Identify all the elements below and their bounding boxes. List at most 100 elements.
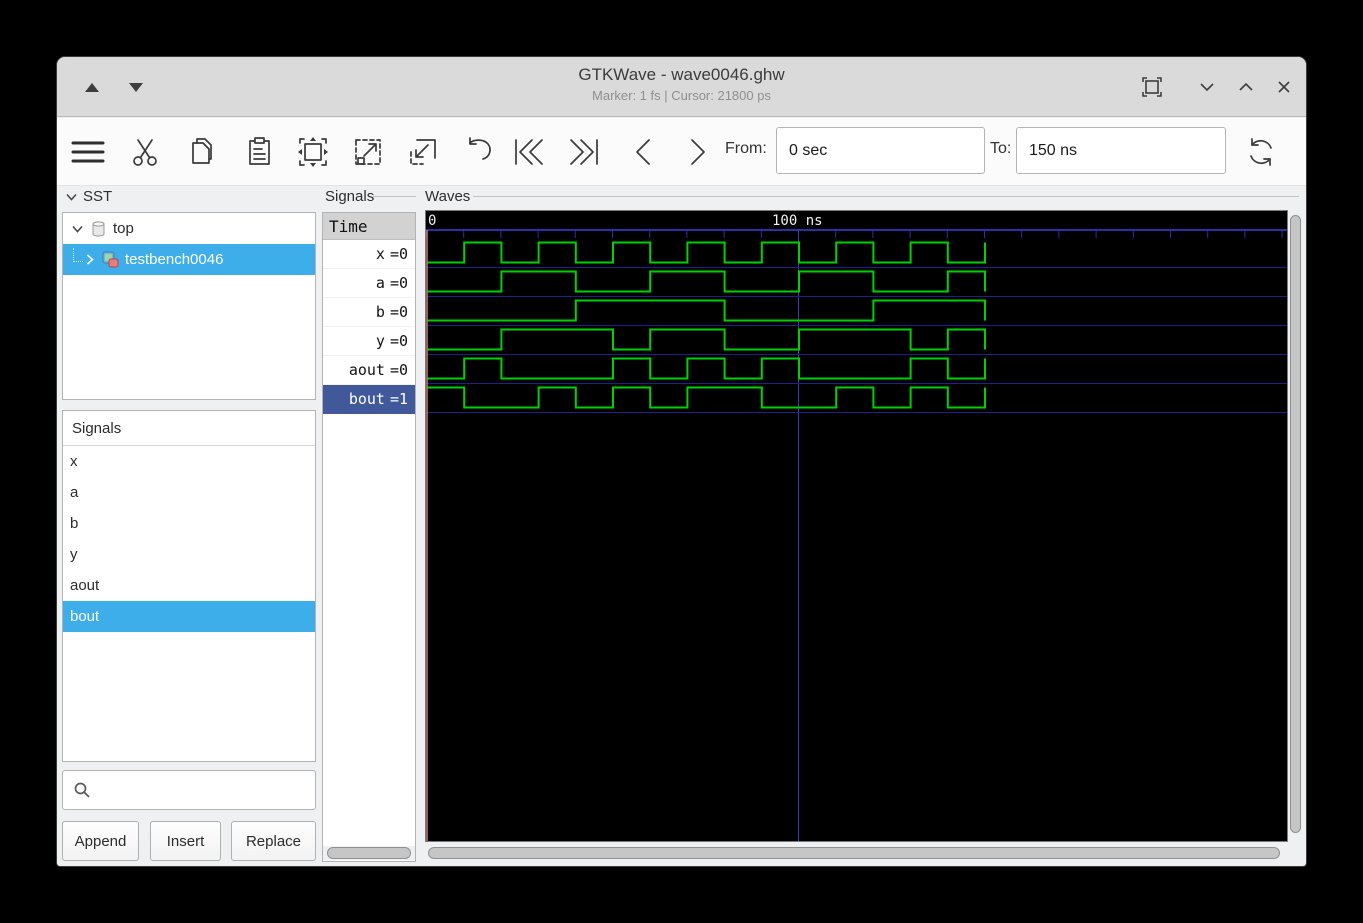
copy-icon (187, 136, 217, 168)
signal-name: a (376, 274, 385, 292)
chevron-down-icon (1197, 77, 1217, 97)
to-input[interactable] (1016, 127, 1226, 174)
cut-button[interactable] (125, 132, 165, 172)
waves-frame-label: Waves (425, 188, 470, 205)
chevron-down-icon (65, 192, 78, 202)
sst-label: SST (83, 188, 112, 205)
undo-arrow-icon (462, 135, 496, 169)
signals-values-panel: Time x=0 a =0 b =0 y =0 aout =0 bout=1 (322, 212, 416, 862)
go-to-end-button[interactable] (564, 132, 604, 172)
wave-vscrollbar[interactable] (1289, 210, 1302, 842)
signal-value: =0 (390, 245, 408, 263)
time-header[interactable]: Time (323, 213, 415, 240)
to-label: To: (990, 140, 1011, 158)
list-item-b[interactable]: b (63, 508, 315, 539)
sst-expander[interactable]: SST (65, 188, 112, 205)
signal-name: b (376, 303, 385, 321)
chevron-up-icon (1236, 77, 1256, 97)
zoom-out-dashed-icon (351, 135, 385, 169)
shift-left-button[interactable] (623, 132, 663, 172)
signal-value: =0 (390, 332, 408, 350)
tree-connector (73, 248, 83, 262)
signal-value: =0 (390, 303, 408, 321)
signals-frame-line (373, 196, 416, 197)
signals-frame-label: Signals (325, 188, 374, 205)
signal-search[interactable] (62, 770, 316, 810)
gtkwave-window: GTKWave - wave0046.ghw Marker: 1 fs | Cu… (57, 57, 1306, 866)
titlebar-text: GTKWave - wave0046.ghw Marker: 1 fs | Cu… (57, 65, 1306, 103)
go-to-start-button[interactable] (509, 132, 549, 172)
tree-item-testbench[interactable]: testbench0046 (63, 244, 315, 275)
expander-open-icon[interactable] (71, 224, 84, 234)
titlebar[interactable]: GTKWave - wave0046.ghw Marker: 1 fs | Cu… (57, 57, 1306, 117)
chevron-left-icon (630, 135, 656, 169)
signal-row-aout[interactable]: aout =0 (323, 356, 415, 385)
expander-closed-icon[interactable] (85, 253, 95, 266)
clipboard-paste-icon (244, 136, 274, 168)
signal-row-y[interactable]: y =0 (323, 327, 415, 356)
undo-button[interactable] (459, 132, 499, 172)
list-item-bout[interactable]: bout (63, 601, 315, 632)
skip-to-start-icon (510, 135, 548, 169)
wave-hscrollbar[interactable] (425, 846, 1302, 860)
wave-vscrollbar-thumb[interactable] (1290, 215, 1301, 833)
time-label: 100 ns (772, 213, 823, 229)
wave-trace-b (427, 301, 985, 321)
reload-icon (1244, 135, 1278, 169)
close-button[interactable] (1267, 71, 1301, 103)
menu-button[interactable] (68, 132, 108, 172)
list-item-aout[interactable]: aout (63, 570, 315, 601)
signal-row-bout[interactable]: bout=1 (323, 385, 415, 414)
wave-trace-a (427, 272, 985, 292)
zoom-in-icon (406, 135, 440, 169)
search-icon (73, 781, 91, 799)
wave-hscrollbar-thumb[interactable] (428, 847, 1280, 859)
marker-cursor-status: Marker: 1 fs | Cursor: 21800 ps (57, 88, 1306, 103)
shift-right-button[interactable] (678, 132, 718, 172)
minimize-button[interactable] (1190, 71, 1224, 103)
zoom-fit-button[interactable] (293, 132, 333, 172)
list-item-a[interactable]: a (63, 477, 315, 508)
restore-button[interactable] (1229, 71, 1263, 103)
wave-trace-x (427, 243, 985, 263)
signal-list: Signals x a b y aout bout (62, 410, 316, 762)
signal-name: y (376, 332, 385, 350)
wave-trace-y (427, 330, 985, 350)
append-button[interactable]: Append (62, 821, 139, 861)
tree-item-top[interactable]: top (63, 213, 315, 244)
search-input[interactable] (99, 781, 315, 800)
tree-item-label: top (113, 220, 134, 237)
list-item-y[interactable]: y (63, 539, 315, 570)
wave-trace-aout (427, 359, 985, 379)
signal-value: =0 (390, 274, 408, 292)
signals-hscrollbar[interactable] (323, 846, 415, 860)
list-item-x[interactable]: x (63, 446, 315, 477)
signals-hscrollbar-thumb[interactable] (327, 847, 411, 859)
testbench-icon (100, 250, 120, 269)
close-icon (1274, 77, 1294, 97)
window-title: GTKWave - wave0046.ghw (57, 65, 1306, 85)
maximize-icon (1141, 76, 1163, 98)
zoom-out-full-button[interactable] (348, 132, 388, 172)
wave-trace-bout (427, 388, 985, 408)
signal-row-b[interactable]: b =0 (323, 298, 415, 327)
signal-name: aout (349, 361, 385, 379)
from-label: From: (725, 140, 767, 158)
signal-list-header[interactable]: Signals (63, 411, 315, 446)
insert-button[interactable]: Insert (150, 821, 221, 861)
copy-button[interactable] (182, 132, 222, 172)
signal-row-x[interactable]: x=0 (323, 240, 415, 269)
reload-button[interactable] (1241, 132, 1281, 172)
signal-row-a[interactable]: a =0 (323, 269, 415, 298)
hamburger-menu-icon (70, 137, 106, 167)
maximize-button[interactable] (1135, 71, 1169, 103)
wave-canvas[interactable]: 0100 ns (425, 210, 1288, 842)
paste-button[interactable] (239, 132, 279, 172)
zoom-in-button[interactable] (403, 132, 443, 172)
signal-value: =0 (390, 361, 408, 379)
replace-button[interactable]: Replace (231, 821, 316, 861)
from-input[interactable] (776, 127, 985, 174)
waveform-plot[interactable]: 0100 ns (426, 211, 1287, 841)
screen: GTKWave - wave0046.ghw Marker: 1 fs | Cu… (0, 0, 1363, 923)
scissors-icon (130, 136, 160, 168)
